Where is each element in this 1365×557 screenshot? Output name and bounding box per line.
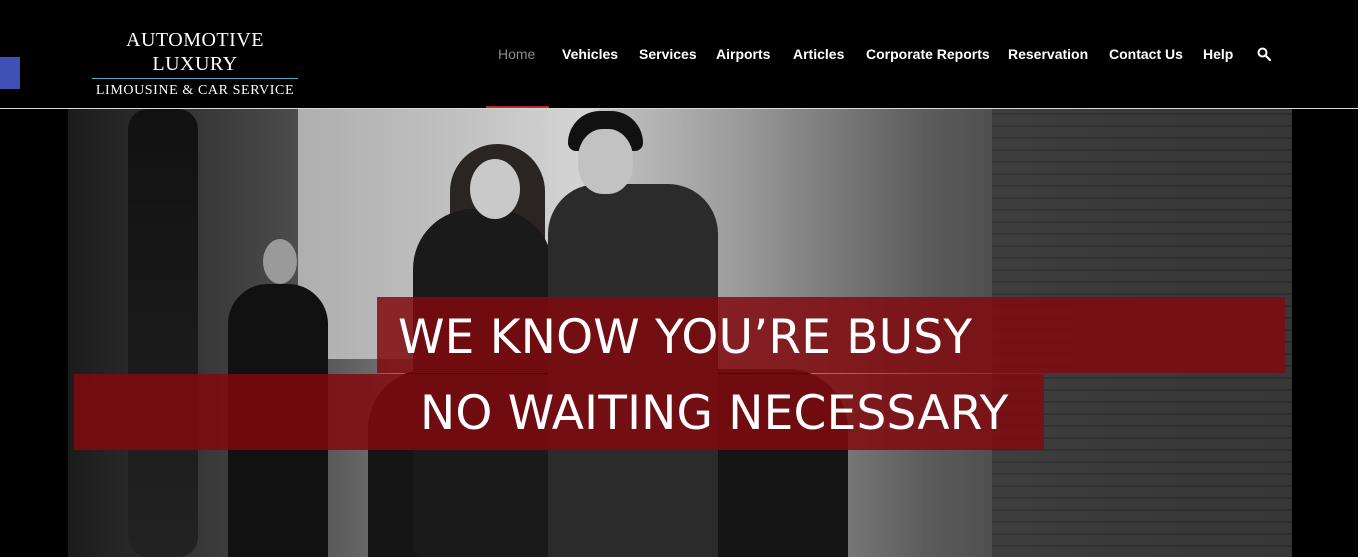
hero-chauffeur-head (263, 239, 297, 284)
search-icon[interactable] (1257, 47, 1271, 61)
nav-active-indicator (486, 106, 549, 108)
nav-item-home[interactable]: Home (498, 44, 535, 64)
site-header: AUTOMOTIVE LUXURY LIMOUSINE & CAR SERVIC… (0, 0, 1358, 109)
nav-item-contact-us[interactable]: Contact Us (1109, 44, 1183, 64)
hero-headline-1: WE KNOW YOU’RE BUSY (398, 310, 973, 365)
nav-item-help[interactable]: Help (1203, 44, 1233, 64)
nav-item-airports[interactable]: Airports (716, 44, 770, 64)
logo-subtitle: LIMOUSINE & CAR SERVICE (95, 83, 295, 98)
nav-item-articles[interactable]: Articles (793, 44, 844, 64)
page: AUTOMOTIVE LUXURY LIMOUSINE & CAR SERVIC… (0, 0, 1365, 557)
side-tab[interactable] (0, 57, 20, 89)
scrollbar[interactable] (1358, 0, 1365, 557)
hero-headline-2: NO WAITING NECESSARY (420, 386, 1009, 441)
hero-woman-face (470, 159, 520, 219)
nav-item-vehicles[interactable]: Vehicles (562, 44, 618, 64)
site-logo[interactable]: AUTOMOTIVE LUXURY LIMOUSINE & CAR SERVIC… (82, 28, 308, 99)
logo-divider (92, 78, 298, 79)
nav-item-services[interactable]: Services (639, 44, 697, 64)
nav-item-reservation[interactable]: Reservation (1008, 44, 1088, 64)
nav-item-corporate-reports[interactable]: Corporate Reports (866, 44, 990, 64)
logo-title: AUTOMOTIVE LUXURY (126, 29, 264, 75)
hero-tree (128, 109, 198, 557)
hero-man-face (578, 129, 633, 194)
